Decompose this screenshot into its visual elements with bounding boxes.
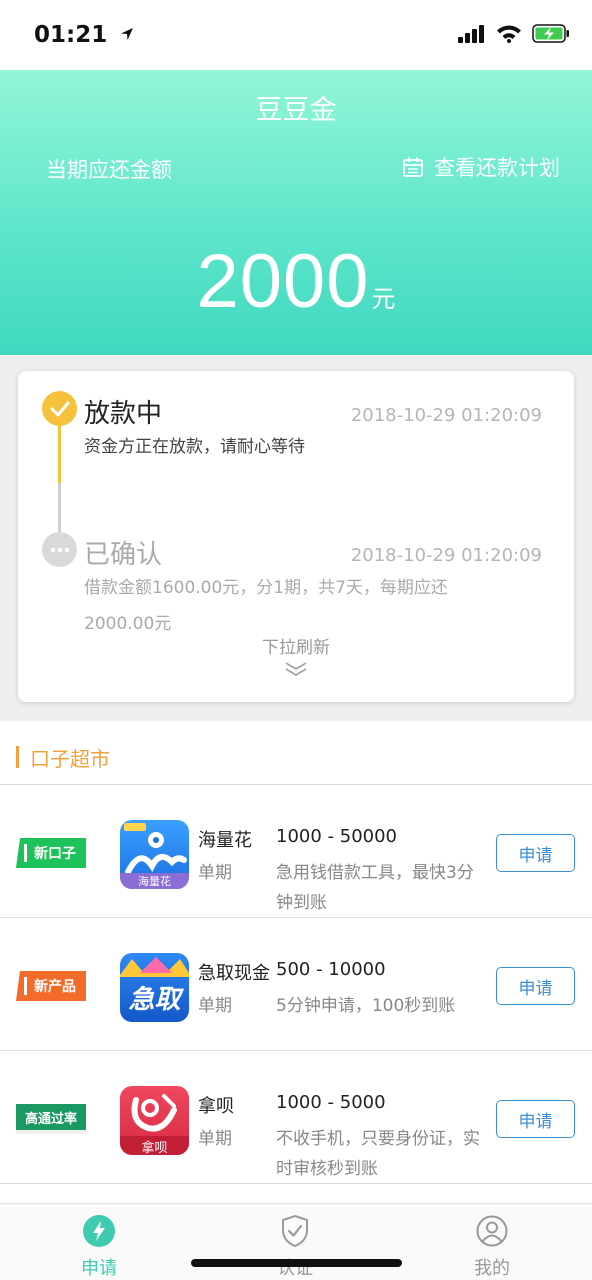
step-description: 资金方正在放款，请耐心等待 [84,437,305,457]
app-name: 急取现金 [198,963,270,984]
app-term: 单期 [198,996,232,1016]
loan-range: 500 - 10000 [276,959,386,980]
loan-range: 1000 - 5000 [276,1092,386,1113]
double-chevron-down-icon [285,662,307,676]
calendar-icon [403,157,423,177]
home-indicator[interactable] [191,1259,402,1267]
battery-charging-icon [532,24,569,43]
market-header: 口子超市 [0,721,592,785]
step-time: 2018-10-29 01:20:09 [350,545,542,566]
section-marker [16,746,19,768]
timeline-step-active [42,391,77,426]
wifi-icon [497,25,521,43]
apply-button[interactable]: 申请 [496,834,575,872]
apply-button[interactable]: 申请 [496,967,575,1005]
step-time: 2018-10-29 01:20:09 [350,405,542,426]
step-description: 借款金额1600.00元，分1期，共7天，每期应还 2000.00元 [84,578,448,634]
location-arrow-icon [121,28,134,40]
status-time: 01:21 [34,22,135,48]
app-icon-jiqu: 急取 [120,953,189,1022]
loan-market: 口子超市 新口子 海量花 海量花 单期 1000 - 50000 急用钱借款工具… [0,721,592,1203]
tab-verify[interactable]: 认证 [235,1214,355,1280]
timeline-line-active [58,425,61,483]
step-title-disbursing: 放款中 [84,399,163,429]
app-description: 5分钟申请，100秒到账 [276,996,456,1016]
app-description: 不收手机，只要身份证，实时审核秒到账 [276,1129,480,1179]
pull-to-refresh-hint: 下拉刷新 [262,638,330,658]
user-icon [476,1215,508,1247]
tag-badge: 高通过率 [16,1104,86,1134]
app-icon-hailianghua: 海量花 [120,820,189,889]
bottom-tab-bar: 申请 认证 我的 [0,1203,592,1280]
due-amount: 2000元 [0,238,592,325]
page-title: 豆豆金 [255,95,337,126]
amount-value: 2000 [196,239,370,324]
step-title-confirmed: 已确认 [84,540,163,570]
tab-label: 我的 [474,1258,510,1279]
app-description: 急用钱借款工具，最快3分钟到账 [276,863,474,913]
due-amount-label: 当期应还金额 [46,158,172,182]
tab-label: 申请 [81,1258,117,1279]
loan-status-card: 放款中 2018-10-29 01:20:09 资金方正在放款，请耐心等待 已确… [18,371,574,702]
bolt-icon [83,1215,115,1247]
list-item[interactable]: 高通过率 拿呗 拿呗 单期 1000 - 5000 不收手机，只要身份证，实时审… [0,1052,592,1184]
view-repayment-plan-link[interactable]: 查看还款计划 [402,152,560,182]
timeline-line [58,483,61,533]
app-term: 单期 [198,1129,232,1149]
app-name: 拿呗 [198,1096,234,1117]
plan-link-label: 查看还款计划 [434,156,560,180]
tab-mine[interactable]: 我的 [432,1214,552,1280]
app-name: 海量花 [198,830,252,851]
tag-badge: 新口子 [16,838,86,868]
market-title: 口子超市 [30,747,110,771]
app-term: 单期 [198,863,232,883]
signal-icon [458,24,484,43]
list-item[interactable]: 新口子 海量花 海量花 单期 1000 - 50000 急用钱借款工具，最快3分… [0,786,592,918]
amount-unit: 元 [371,285,396,313]
tab-apply[interactable]: 申请 [39,1214,159,1280]
tag-badge: 新产品 [16,971,86,1001]
shield-check-icon [282,1214,308,1248]
app-icon-nabei: 拿呗 [120,1086,189,1155]
timeline-step-pending [42,532,77,567]
loan-range: 1000 - 50000 [276,826,398,847]
tab-label: 认证 [277,1258,313,1279]
check-icon [50,401,69,416]
repayment-header: 豆豆金 当期应还金额 查看还款计划 2000元 [0,70,592,355]
status-bar: 01:21 [0,0,592,70]
more-dots-icon [50,547,69,552]
apply-button[interactable]: 申请 [496,1100,575,1138]
list-item[interactable]: 新产品 急取 急取现金 单期 500 - 10000 5分钟申请，100秒到账 … [0,919,592,1051]
